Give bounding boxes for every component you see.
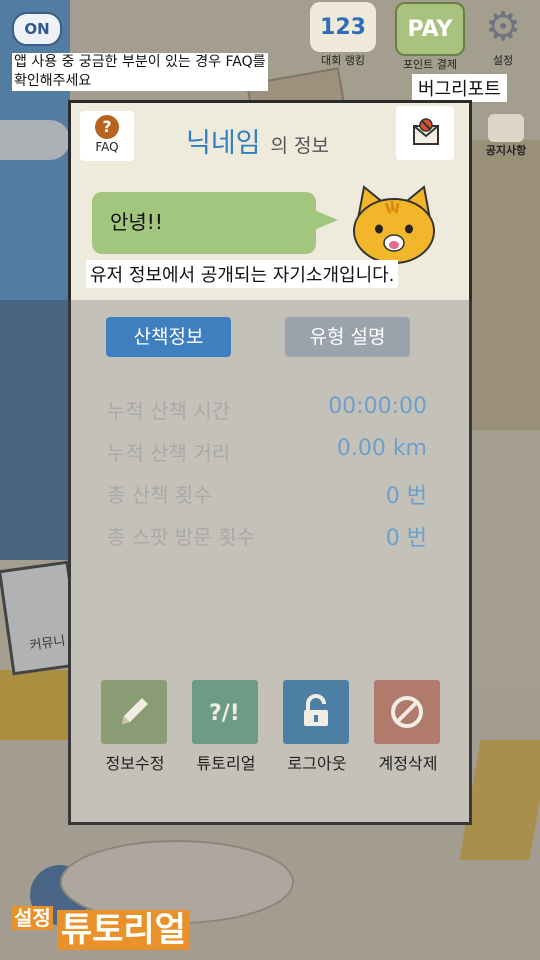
pencil-icon <box>101 680 167 744</box>
settings-label: 설정 <box>492 54 514 67</box>
ranking-label: 대회 랭킹 <box>321 54 365 67</box>
ranking-button[interactable]: 123 대회 랭킹 <box>310 2 376 68</box>
faq-hint: 앱 사용 중 궁금한 부분이 있는 경우 FAQ를 확인해주세요 <box>12 53 268 91</box>
tutorial-button[interactable]: ?/! 튜토리얼 <box>192 680 260 774</box>
stat-label-walk-time: 누적 산책 시간 <box>107 399 231 423</box>
gear-icon: ⚙ <box>485 4 521 50</box>
stat-label-spot-visits: 총 스팟 방문 횟수 <box>107 525 255 549</box>
unlock-icon <box>283 680 349 744</box>
cat-avatar-icon[interactable] <box>346 183 442 267</box>
bug-report-button[interactable] <box>396 106 454 160</box>
edit-info-button[interactable]: 정보수정 <box>101 680 169 774</box>
tab-walk-info[interactable]: 산책정보 <box>106 317 231 357</box>
greeting-bubble[interactable]: 안녕!! <box>92 192 338 254</box>
pay-label: 포인트 결제 <box>402 58 458 71</box>
notice-icon <box>488 114 524 142</box>
tab-type-description[interactable]: 유형 설명 <box>285 317 410 357</box>
notice-button[interactable]: 공지사항 <box>476 114 536 158</box>
notice-label: 공지사항 <box>485 144 527 157</box>
stat-value-walk-count: 0 번 <box>385 484 427 509</box>
panel-title: 닉네임 의 정보 <box>186 121 329 160</box>
tutorial-icon: ?/! <box>192 680 258 744</box>
tutorial-label: 튜토리얼 <box>196 754 256 773</box>
trophy-icon: 123 <box>310 2 376 52</box>
footer-settings-label: 설정 <box>12 906 53 930</box>
pay-icon: PAY <box>395 2 465 56</box>
on-toggle[interactable]: ON <box>12 12 62 46</box>
delete-account-label: 계정삭제 <box>378 754 438 773</box>
tutorial-footer: 설정 튜토리얼 <box>12 902 190 951</box>
bug-report-hint: 버그리포트 <box>412 74 507 102</box>
stat-label-walk-count: 총 산책 횟수 <box>107 483 212 507</box>
faq-label: FAQ <box>95 140 119 154</box>
title-suffix: 의 정보 <box>270 135 330 157</box>
intro-hint: 유저 정보에서 공개되는 자기소개입니다. <box>86 260 399 288</box>
logout-button[interactable]: 로그아웃 <box>283 680 351 774</box>
svg-text:?/!: ?/! <box>209 701 240 726</box>
question-icon: ? <box>95 115 119 139</box>
settings-button[interactable]: ⚙ 설정 <box>478 2 528 68</box>
point-pay-button[interactable]: PAY 포인트 결제 <box>395 2 465 72</box>
bug-mail-icon <box>413 118 439 145</box>
logout-label: 로그아웃 <box>287 754 347 773</box>
ban-icon <box>374 680 440 744</box>
stat-label-walk-distance: 누적 산책 거리 <box>107 441 231 465</box>
delete-account-button[interactable]: 계정삭제 <box>374 680 442 774</box>
nickname: 닉네임 <box>186 128 261 159</box>
stat-value-walk-distance: 0.00 km <box>336 436 427 461</box>
footer-tutorial-title: 튜토리얼 <box>56 910 190 950</box>
greeting-text: 안녕!! <box>110 210 163 234</box>
stat-value-walk-time: 00:00:00 <box>328 394 427 419</box>
faq-button[interactable]: ? FAQ <box>80 111 134 161</box>
stat-value-spot-visits: 0 번 <box>385 526 427 551</box>
edit-info-label: 정보수정 <box>105 754 165 773</box>
